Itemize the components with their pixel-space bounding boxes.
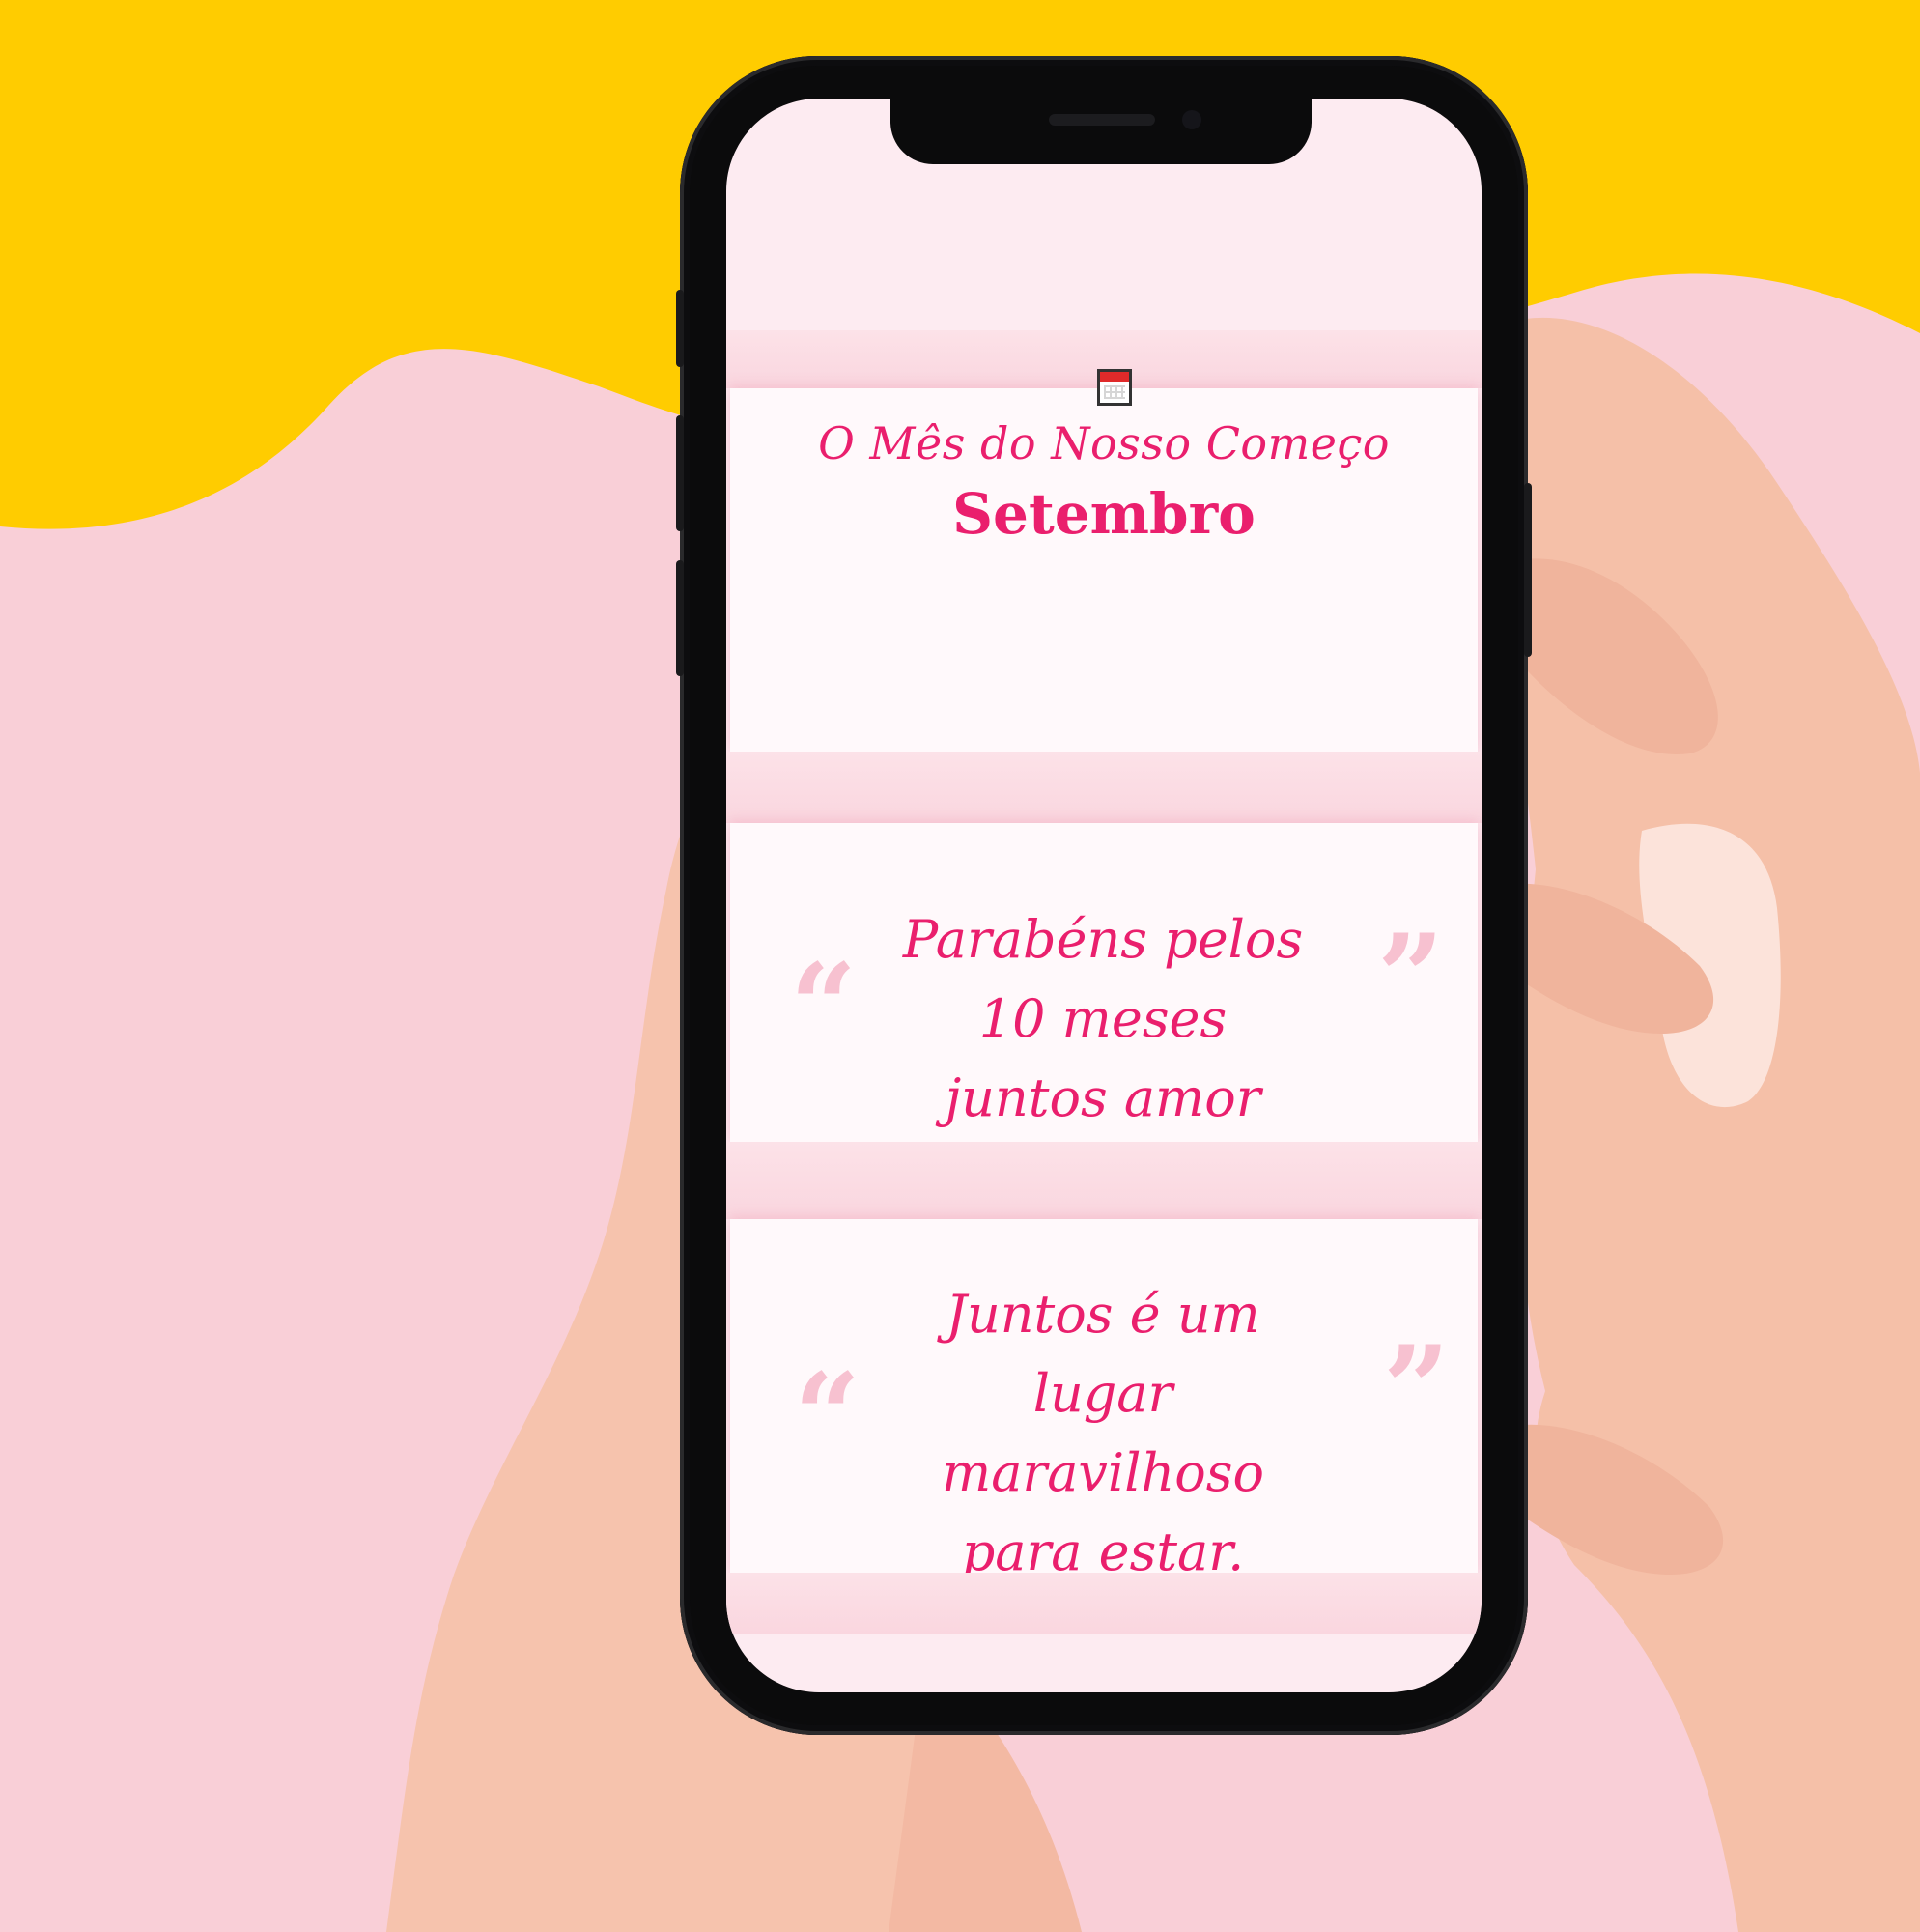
scene: O Mês do Nosso Começo Setembro “ Parabén… <box>0 0 1920 1932</box>
calendar-icon-grid <box>1104 385 1125 399</box>
phone-notch <box>890 99 1312 164</box>
header-card-month: Setembro <box>952 481 1256 547</box>
middle-band-1 <box>726 752 1482 823</box>
bottom-band <box>726 1573 1482 1634</box>
phone-speaker <box>1049 114 1155 126</box>
open-quote-icon: “ <box>794 1348 861 1484</box>
front-camera <box>1182 110 1201 129</box>
header-card-title: O Mês do Nosso Começo <box>818 417 1390 469</box>
middle-band-2 <box>726 1142 1482 1219</box>
calendar-icon-header <box>1100 372 1129 382</box>
phone-volume-down-button <box>676 560 684 676</box>
phone-screen: O Mês do Nosso Começo Setembro “ Parabén… <box>726 99 1482 1692</box>
right-hand <box>1487 317 1920 1932</box>
close-quote-icon: ” <box>1383 1321 1451 1457</box>
open-quote-icon: “ <box>790 938 858 1074</box>
phone-side-button <box>676 290 684 367</box>
phone-volume-up-button <box>676 415 684 531</box>
quote-text: Juntos é um lugar maravilhoso para estar… <box>942 1284 1264 1582</box>
close-quote-icon: ” <box>1377 909 1445 1045</box>
phone-power-button <box>1524 483 1532 657</box>
calendar-icon <box>1097 369 1132 406</box>
quote-text: Parabéns pelos 10 meses juntos amor <box>902 909 1304 1128</box>
